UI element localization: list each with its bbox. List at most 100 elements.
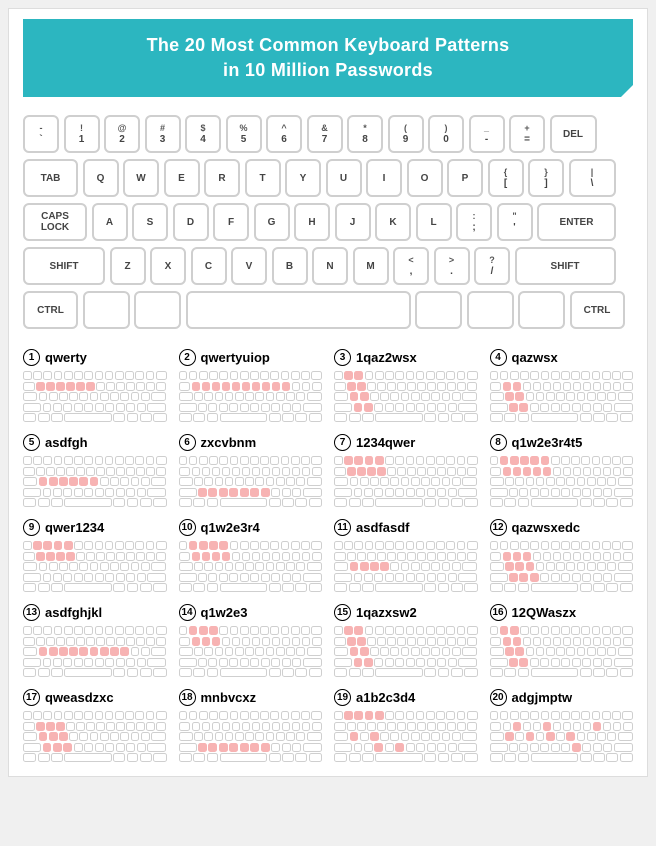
mini-key (566, 732, 575, 741)
mini-key (334, 456, 343, 465)
mini-key (271, 743, 280, 752)
mini-key (334, 477, 348, 486)
mini-key (272, 552, 280, 561)
mini-key (536, 562, 545, 571)
pattern-label: q1w2e3 (201, 605, 248, 620)
mini-key (437, 552, 445, 561)
mini-key (593, 583, 605, 592)
mini-key (271, 403, 280, 412)
mini-key (43, 403, 52, 412)
pattern-cell: 14q1w2e3 (179, 604, 323, 677)
key-label: R (218, 173, 225, 184)
mini-key (464, 498, 477, 507)
mini-row (179, 456, 323, 465)
rank-badge: 20 (490, 689, 507, 706)
mini-key (533, 552, 541, 561)
mini-key (198, 403, 207, 412)
mini-key (84, 658, 93, 667)
mini-key (518, 753, 530, 762)
mini-key (577, 562, 586, 571)
mini-key (505, 647, 514, 656)
mini-key (126, 552, 134, 561)
mini-key (416, 371, 425, 380)
mini-key (95, 626, 104, 635)
mini-keyboard (334, 456, 478, 507)
key: X (150, 247, 186, 285)
mini-key (533, 637, 541, 646)
mini-key (490, 668, 503, 677)
mini-key (301, 541, 310, 550)
mini-key (448, 658, 457, 667)
mini-key (69, 647, 78, 656)
mini-key (518, 668, 530, 677)
mini-row (334, 382, 478, 391)
mini-key (252, 722, 260, 731)
mini-key (126, 382, 134, 391)
mini-key (438, 583, 450, 592)
mini-key (146, 552, 154, 561)
pattern-label: qwer1234 (45, 520, 104, 535)
mini-key (189, 541, 198, 550)
mini-key (421, 732, 430, 741)
mini-key (193, 413, 205, 422)
pattern-cell: 1qwerty (23, 349, 167, 422)
mini-key (261, 743, 270, 752)
mini-row (179, 711, 323, 720)
mini-key (56, 637, 64, 646)
mini-row (179, 467, 323, 476)
mini-key (452, 477, 461, 486)
mini-key (272, 722, 280, 731)
key: S (132, 203, 168, 241)
key-label: CTRL (37, 305, 64, 316)
mini-key (235, 562, 244, 571)
mini-key (229, 573, 238, 582)
mini-row (23, 668, 167, 677)
mini-key (63, 403, 72, 412)
mini-key (490, 711, 499, 720)
mini-key (312, 467, 322, 476)
mini-key (561, 488, 570, 497)
mini-key (66, 722, 74, 731)
mini-key (255, 647, 264, 656)
pattern-header: 1qwerty (23, 349, 167, 366)
mini-key (427, 658, 436, 667)
mini-key (74, 371, 83, 380)
rank-badge: 11 (334, 519, 351, 536)
mini-key (597, 647, 606, 656)
pattern-label: qwertyuiop (201, 350, 270, 365)
mini-key (593, 413, 605, 422)
mini-key (518, 413, 530, 422)
mini-key (462, 477, 477, 486)
mini-key (613, 552, 621, 561)
mini-key (125, 626, 134, 635)
mini-key (136, 637, 144, 646)
mini-key (219, 403, 228, 412)
key-top-label: ^ (281, 124, 286, 134)
key-label: ENTER (560, 217, 594, 228)
mini-key (520, 711, 529, 720)
mini-key (193, 753, 205, 762)
key-label: CAPSLOCK (41, 211, 69, 233)
mini-key (395, 403, 404, 412)
mini-key (519, 403, 528, 412)
mini-key (146, 711, 155, 720)
key: ^6 (266, 115, 302, 153)
mini-key (79, 562, 88, 571)
mini-key (23, 722, 35, 731)
mini-row (179, 498, 323, 507)
mini-key (593, 743, 602, 752)
mini-key (602, 626, 611, 635)
mini-key (426, 456, 435, 465)
mini-key (232, 382, 240, 391)
mini-key (33, 541, 42, 550)
mini-key (225, 392, 234, 401)
mini-key (427, 573, 436, 582)
mini-key (110, 562, 119, 571)
mini-key (245, 477, 254, 486)
mini-row (490, 467, 634, 476)
mini-key (603, 658, 612, 667)
mini-key (593, 467, 601, 476)
mini-key (490, 392, 504, 401)
mini-key (448, 573, 457, 582)
mini-key (458, 488, 477, 497)
